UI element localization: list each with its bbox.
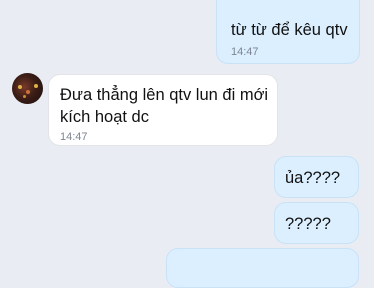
outgoing-message-bubble-partial[interactable]	[166, 248, 359, 288]
message-text-line-1: Đưa thẳng lên qtv lun đi mới	[60, 86, 269, 104]
message-text-line-2: kích hoạt dc	[60, 108, 149, 126]
sender-avatar[interactable]	[12, 73, 43, 104]
outgoing-message-bubble[interactable]: từ từ để kêu qtv 14:47	[216, 0, 360, 64]
message-text: ?????	[285, 215, 331, 233]
incoming-message-bubble[interactable]: Đưa thẳng lên qtv lun đi mới kích hoạt d…	[48, 74, 278, 146]
outgoing-message-bubble[interactable]: ?????	[274, 202, 359, 244]
message-time: 14:47	[60, 131, 88, 143]
message-text: từ từ để kêu qtv	[231, 21, 348, 39]
message-text: ủa????	[285, 169, 341, 187]
message-time: 14:47	[231, 46, 259, 58]
outgoing-message-bubble[interactable]: ủa????	[274, 156, 359, 198]
